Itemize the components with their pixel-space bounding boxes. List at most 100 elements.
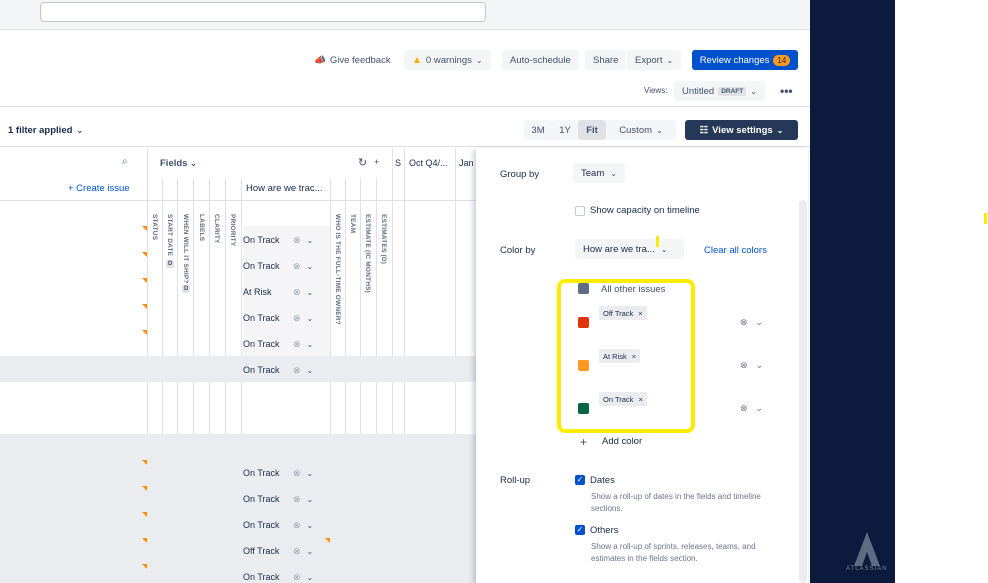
chevron-down-icon: ⌄ — [661, 245, 668, 254]
show-capacity-checkbox[interactable] — [575, 206, 585, 216]
address-bar[interactable] — [40, 2, 486, 22]
status-cell[interactable]: On Track ⊗ ⌄ — [243, 305, 329, 331]
chevron-down-icon[interactable]: ⌄ — [307, 573, 314, 582]
zoom-1y[interactable]: 1Y — [552, 120, 578, 140]
chevron-down-icon[interactable]: ⌄ — [307, 288, 314, 297]
views-dropdown[interactable]: Untitled DRAFT ⌄ — [674, 81, 765, 101]
create-issue-link[interactable]: + Create issue — [68, 183, 130, 194]
chevron-down-icon[interactable]: ⌄ — [307, 469, 314, 478]
review-changes-button[interactable]: Review changes 14 — [692, 50, 798, 70]
chevron-down-icon[interactable]: ⌄ — [307, 495, 314, 504]
changed-flag — [142, 278, 147, 283]
fields-dropdown[interactable]: Fields ⌄ — [160, 158, 197, 169]
timeline-oct-label: Oct Q4/... — [409, 158, 448, 168]
column-header-team[interactable]: TEAM — [349, 214, 356, 233]
chevron-down-icon: ⌄ — [76, 126, 83, 135]
status-cell[interactable]: On Track ⊗ ⌄ — [243, 357, 329, 383]
rollup-dates-label: Dates — [590, 475, 615, 486]
export-button[interactable]: Export ⌄ — [627, 50, 681, 70]
status-cell[interactable]: At Risk ⊗ ⌄ — [243, 279, 329, 305]
rule-controls: ⊗ ⌄ — [740, 317, 763, 328]
search-icon[interactable]: ⌕ — [122, 156, 128, 167]
status-cell[interactable]: On Track ⊗ ⌄ — [243, 253, 329, 279]
chevron-down-icon[interactable]: ⌄ — [307, 236, 314, 245]
status-cell[interactable]: On Track ⊗ ⌄ — [243, 331, 329, 357]
annotation-cursor — [656, 236, 659, 247]
zoom-3m[interactable]: 3M — [524, 120, 552, 140]
status-cell[interactable]: On Track ⊗ ⌄ — [243, 460, 329, 486]
rollup-others-desc: Show a roll-up of sprints, releases, tea… — [591, 541, 781, 565]
status-cell[interactable]: On Track ⊗ ⌄ — [243, 486, 329, 512]
chevron-down-icon[interactable]: ⌄ — [307, 366, 314, 375]
clear-icon[interactable]: ⊗ — [293, 365, 301, 376]
clear-icon[interactable]: ⊗ — [293, 572, 301, 583]
annotation-cursor — [984, 213, 987, 224]
changed-flag — [142, 460, 147, 465]
rollup-dates-checkbox[interactable]: ✓ — [575, 475, 585, 485]
group-by-dropdown[interactable]: Team ⌄ — [573, 163, 625, 183]
changed-flag — [142, 226, 147, 231]
atlassian-logo-icon — [852, 530, 882, 570]
chevron-down-icon[interactable]: ⌄ — [307, 340, 314, 349]
warnings-button[interactable]: ▲ 0 warnings ⌄ — [404, 50, 491, 70]
chevron-down-icon[interactable]: ⌄ — [756, 360, 764, 371]
column-header-tracking[interactable]: How are we trac... — [246, 183, 323, 194]
sliders-icon: ☷ — [700, 125, 709, 136]
changed-flag — [142, 538, 147, 543]
changed-flag — [142, 252, 147, 257]
scrollbar[interactable] — [799, 200, 807, 583]
color-by-dropdown[interactable]: How are we tra... ⌄ — [575, 239, 684, 259]
clear-icon[interactable]: ⊗ — [293, 468, 301, 479]
chevron-down-icon[interactable]: ⌄ — [307, 521, 314, 530]
status-cell[interactable]: On Track ⊗ ⌄ — [243, 512, 329, 538]
column-header-start-date[interactable]: START DATE — [166, 214, 173, 256]
clear-icon[interactable]: ⊗ — [293, 494, 301, 505]
plus-icon[interactable]: + — [580, 435, 587, 449]
zoom-fit[interactable]: Fit — [578, 120, 606, 140]
auto-schedule-button[interactable]: Auto-schedule — [502, 50, 579, 70]
status-cell[interactable]: On Track ⊗ ⌄ — [243, 227, 329, 253]
column-header-estimates-d[interactable]: ESTIMATES (D) — [380, 214, 387, 264]
column-header-estimate-months[interactable]: ESTIMATE (IC MONTHS) — [364, 214, 371, 293]
column-header-clarity[interactable]: CLARITY — [213, 214, 220, 244]
column-header-owner[interactable]: WHO IS THE FULL-TIME OWNER? — [334, 214, 341, 325]
add-field-button[interactable]: + — [374, 157, 379, 167]
clear-icon[interactable]: ⊗ — [740, 317, 748, 328]
clear-icon[interactable]: ⊗ — [740, 360, 748, 371]
column-header-ship-date[interactable]: WHEN WILL IT SHIP? — [182, 214, 189, 284]
column-header-priority[interactable]: PRIORITY — [229, 214, 236, 246]
clear-icon[interactable]: ⊗ — [293, 235, 301, 246]
view-settings-button[interactable]: ☷ View settings ⌄ — [685, 120, 798, 140]
clear-all-colors-link[interactable]: Clear all colors — [704, 245, 767, 256]
more-actions-icon[interactable]: ••• — [780, 84, 793, 98]
chevron-down-icon[interactable]: ⌄ — [307, 547, 314, 556]
chevron-down-icon: ⌄ — [610, 169, 617, 178]
clear-icon[interactable]: ⊗ — [293, 520, 301, 531]
clear-icon[interactable]: ⊗ — [740, 403, 748, 414]
filter-button[interactable]: 1 filter applied ⌄ — [0, 120, 91, 140]
clear-icon[interactable]: ⊗ — [293, 339, 301, 350]
clear-icon[interactable]: ⊗ — [293, 546, 301, 557]
share-button[interactable]: Share — [585, 50, 626, 70]
add-color-button[interactable]: Add color — [602, 436, 642, 447]
zoom-custom[interactable]: Custom ⌄ — [606, 120, 676, 140]
status-cell[interactable]: On Track ⊗ ⌄ — [243, 564, 329, 583]
status-cell[interactable]: Off Track ⊗ ⌄ — [243, 538, 329, 564]
chevron-down-icon[interactable]: ⌄ — [756, 403, 764, 414]
column-header-labels[interactable]: LABELS — [198, 214, 205, 241]
chevron-down-icon[interactable]: ⌄ — [307, 262, 314, 271]
chevron-down-icon[interactable]: ⌄ — [307, 314, 314, 323]
column-header-status[interactable]: STATUS — [151, 214, 158, 240]
date-chip: D — [166, 260, 174, 268]
group-by-label: Group by — [500, 169, 539, 180]
clear-icon[interactable]: ⊗ — [293, 261, 301, 272]
clear-icon[interactable]: ⊗ — [293, 287, 301, 298]
changed-flag — [142, 330, 147, 335]
chevron-down-icon[interactable]: ⌄ — [756, 317, 764, 328]
clear-icon[interactable]: ⊗ — [293, 313, 301, 324]
changed-flag — [142, 304, 147, 309]
refresh-icon[interactable]: ↻ — [358, 156, 367, 169]
rollup-others-checkbox[interactable]: ✓ — [575, 525, 585, 535]
color-by-label: Color by — [500, 245, 535, 256]
give-feedback-button[interactable]: 📣 Give feedback — [306, 50, 399, 70]
